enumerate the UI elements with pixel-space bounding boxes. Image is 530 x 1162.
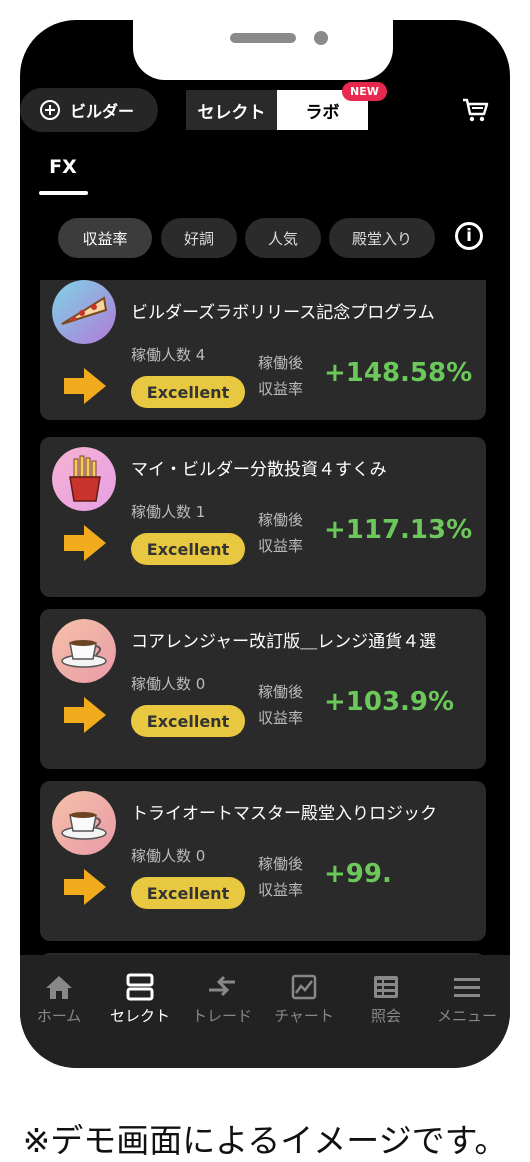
strategy-card[interactable]: マイ・ビルダー分散投資４すくみ 稼働人数 1 Excellent 稼働後 収益率…: [40, 437, 486, 597]
home-icon: [46, 976, 72, 999]
rate-label-line1: 稼働後: [258, 354, 304, 372]
card-title: コアレンジャー改訂版＿レンジ通貨４選: [131, 632, 437, 652]
card-title: トライオートマスター殿堂入りロジック: [131, 804, 437, 824]
filter-chip-trending[interactable]: 好調: [161, 218, 237, 258]
bottom-nav: ホーム セレクト トレード チャート 照会 メニュー: [20, 955, 510, 1068]
nav-home[interactable]: ホーム: [20, 969, 100, 1026]
new-badge: NEW: [342, 82, 387, 101]
nav-inquiry[interactable]: 照会: [345, 969, 427, 1026]
rating-badge: Excellent: [131, 705, 245, 737]
rate-label-line2: 収益率: [258, 881, 304, 899]
strategy-list: ビルダーズラボリリース記念プログラム 稼働人数 4 Excellent 稼働後 …: [20, 280, 510, 955]
arrow-right-icon: [64, 869, 106, 905]
rate-label-line2: 収益率: [258, 380, 304, 398]
coffee-icon: [52, 619, 116, 683]
nav-trade[interactable]: トレード: [181, 969, 263, 1026]
nav-chart-label: チャート: [274, 1007, 334, 1025]
nav-menu-label: メニュー: [436, 1007, 497, 1025]
strategy-card[interactable]: トライオートマスター殿堂入りロジック 稼働人数 0 Excellent 稼働後 …: [40, 781, 486, 941]
rating-badge: Excellent: [131, 877, 245, 909]
rate-label-line2: 収益率: [258, 709, 304, 727]
rate-label: 稼働後 収益率: [258, 679, 303, 731]
nav-select-label: セレクト: [109, 1007, 170, 1025]
cart-icon[interactable]: [461, 96, 489, 124]
plus-circle-icon: [40, 100, 60, 120]
card-workers: 稼働人数 4: [131, 346, 206, 364]
rate-value: +148.58%: [324, 358, 473, 388]
nav-trade-label: トレード: [191, 1007, 252, 1025]
segment-control: セレクト ラボ: [186, 90, 368, 130]
card-title: ビルダーズラボリリース記念プログラム: [131, 303, 435, 323]
phone-notch: [133, 20, 393, 80]
rate-value: +117.13%: [324, 515, 473, 545]
rate-label-line2: 収益率: [258, 537, 304, 555]
arrow-right-icon: [64, 525, 106, 561]
nav-select[interactable]: セレクト: [99, 969, 181, 1026]
rate-label: 稼働後 収益率: [258, 507, 303, 559]
camera: [314, 31, 328, 45]
filter-chip-yield[interactable]: 収益率: [58, 218, 152, 258]
rate-label-line1: 稼働後: [258, 855, 304, 873]
coffee-icon: [52, 791, 116, 855]
rate-value: +103.9%: [324, 687, 455, 717]
rate-label: 稼働後 収益率: [258, 350, 303, 402]
rate-label-line1: 稼働後: [258, 511, 304, 529]
card-workers: 稼働人数 0: [131, 675, 206, 693]
select-icon: [126, 973, 154, 1001]
rate-value: +99.: [324, 859, 392, 889]
arrow-right-icon: [64, 368, 106, 404]
inquiry-icon: [374, 976, 398, 998]
tab-fx-underline: [39, 191, 88, 195]
nav-menu[interactable]: メニュー: [426, 969, 508, 1026]
rating-badge: Excellent: [131, 376, 245, 408]
builder-label: ビルダー: [70, 102, 135, 121]
fries-icon: [52, 447, 116, 511]
card-workers: 稼働人数 0: [131, 847, 206, 865]
builder-button[interactable]: ビルダー: [20, 88, 158, 132]
rating-badge: Excellent: [131, 533, 245, 565]
arrow-right-icon: [64, 697, 106, 733]
nav-chart[interactable]: チャート: [263, 969, 345, 1026]
segment-select[interactable]: セレクト: [186, 90, 277, 130]
strategy-card[interactable]: ビルダーズラボリリース記念プログラム 稼働人数 4 Excellent 稼働後 …: [40, 280, 486, 420]
card-workers: 稼働人数 1: [131, 503, 206, 521]
filter-chip-popular[interactable]: 人気: [245, 218, 321, 258]
rate-label-line1: 稼働後: [258, 683, 304, 701]
info-icon[interactable]: i: [455, 222, 483, 250]
speaker: [230, 33, 296, 43]
menu-icon: [454, 978, 480, 997]
pizza-icon: [52, 280, 116, 344]
filter-chip-hall-of-fame[interactable]: 殿堂入り: [329, 218, 435, 258]
nav-home-label: ホーム: [36, 1007, 82, 1025]
nav-inquiry-label: 照会: [370, 1007, 401, 1025]
card-title: マイ・ビルダー分散投資４すくみ: [131, 460, 387, 480]
tab-fx[interactable]: FX: [38, 156, 88, 178]
chart-icon: [291, 974, 317, 1000]
trade-icon: [209, 975, 235, 997]
phone-frame: ビルダー セレクト ラボ NEW FX 収益率 好調 人気 殿堂入り i ビルダ…: [20, 20, 510, 1068]
strategy-card[interactable]: コアレンジャー改訂版＿レンジ通貨４選 稼働人数 0 Excellent 稼働後 …: [40, 609, 486, 769]
rate-label: 稼働後 収益率: [258, 851, 303, 903]
